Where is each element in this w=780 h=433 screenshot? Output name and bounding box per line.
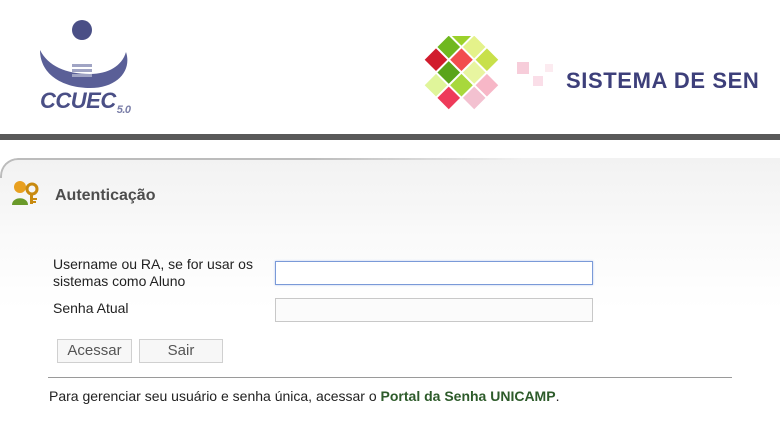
page-header: CCUEC5.0 SISTEMA DE SEN xyxy=(0,0,780,136)
password-label: Senha Atual xyxy=(53,300,129,316)
logo-version: 5.0 xyxy=(116,104,131,116)
submit-button[interactable]: Acessar xyxy=(57,339,132,363)
banner-graphic xyxy=(424,36,553,110)
footer-text-before: Para gerenciar seu usuário e senha única… xyxy=(49,388,381,404)
user-key-icon xyxy=(12,181,39,205)
section-title: Autenticação xyxy=(55,187,156,204)
divider xyxy=(48,377,732,378)
footer-text-after: . xyxy=(555,388,560,404)
panel-border xyxy=(0,158,522,178)
system-title: SISTEMA DE SEN xyxy=(566,68,760,93)
exit-button[interactable]: Sair xyxy=(139,339,223,363)
username-input[interactable] xyxy=(275,261,593,285)
logo-text: CCUEC5.0 xyxy=(40,88,131,116)
username-label: Username ou RA, se for usar os sistemas … xyxy=(53,256,253,289)
password-input[interactable] xyxy=(275,298,593,322)
header-divider-bar xyxy=(0,134,780,140)
footer-text: Para gerenciar seu usuário e senha única… xyxy=(49,388,559,404)
portal-link[interactable]: Portal da Senha UNICAMP xyxy=(381,388,556,404)
